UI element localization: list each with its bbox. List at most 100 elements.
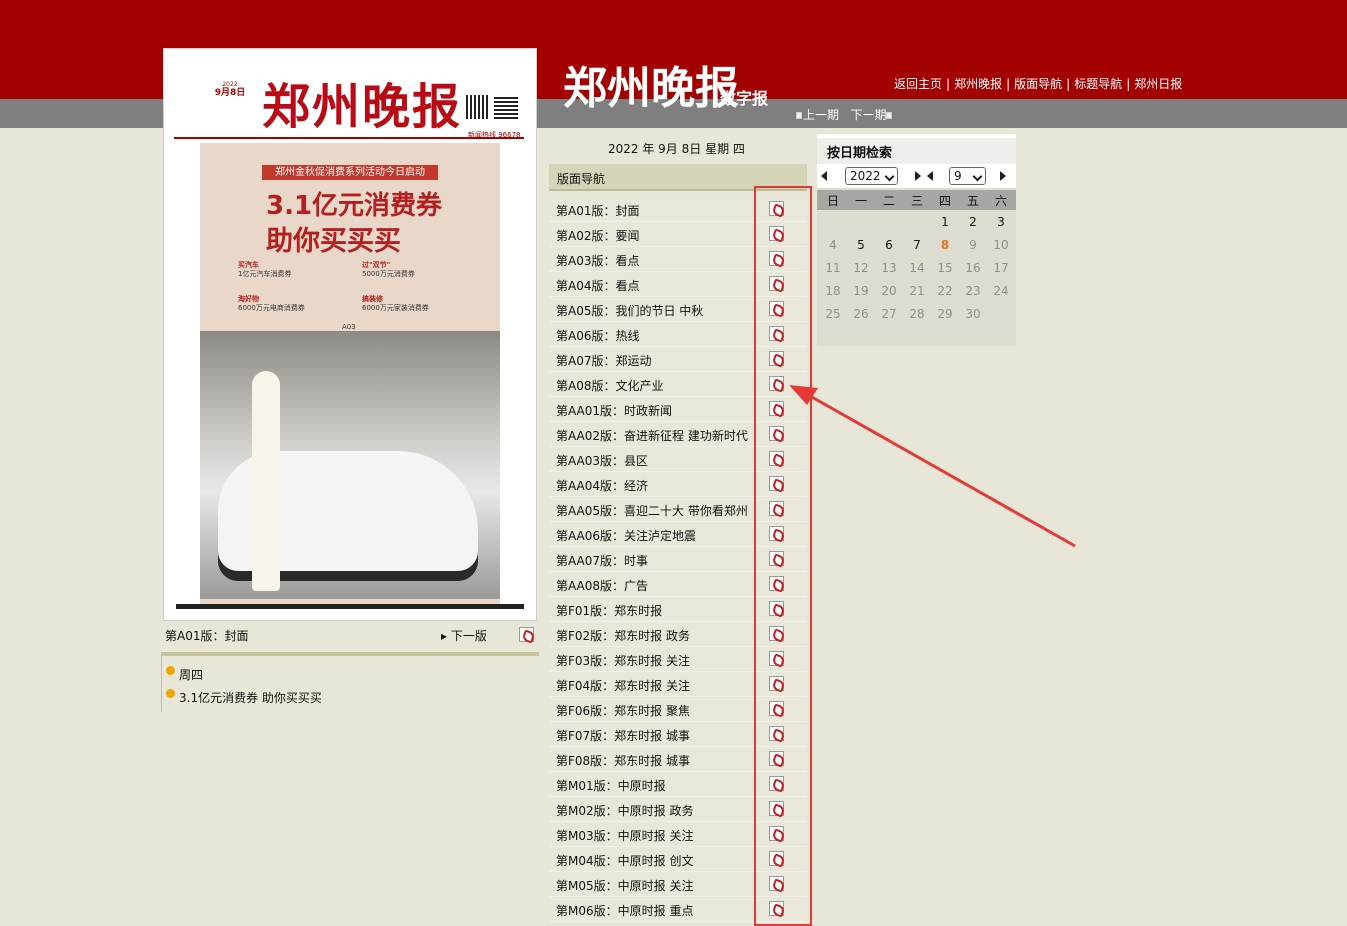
page-nav-link[interactable]: 第M02版：中原时报 政务 <box>556 802 693 819</box>
current-page-bar: 第A01版：封面 ▸ 下一版 <box>163 627 537 645</box>
next-month-icon[interactable] <box>1000 171 1006 181</box>
page-nav-link[interactable]: 第A02版：要闻 <box>556 227 639 244</box>
page-nav-link[interactable]: 第AA03版：县区 <box>556 452 648 469</box>
calendar-day: 21 <box>909 284 925 298</box>
page-nav-link[interactable]: 第F08版：郑东时报 城事 <box>556 752 690 769</box>
weekday-label: 四 <box>938 194 951 208</box>
masthead-hotline: 新闻热线 96678 <box>468 131 521 139</box>
page-nav-link[interactable]: 第A07版：郑运动 <box>556 352 651 369</box>
calendar-day: 23 <box>965 284 981 298</box>
calendar-day: 19 <box>853 284 869 298</box>
year-select[interactable]: 2022 <box>845 167 898 185</box>
page-nav-link[interactable]: 第F01版：郑东时报 <box>556 602 662 619</box>
poster-headline-2: 助你买买买 <box>266 226 401 257</box>
current-page-label: 第A01版：封面 <box>165 629 249 643</box>
link-zzwb[interactable]: 郑州晚报 <box>954 77 1002 91</box>
page-nav-link[interactable]: 第AA07版：时事 <box>556 552 648 569</box>
calendar-day: 9 <box>969 238 977 252</box>
calendar-day[interactable]: 5 <box>847 238 875 252</box>
page-nav-link[interactable]: 第F04版：郑东时报 关注 <box>556 677 690 694</box>
calendar-day: 20 <box>881 284 897 298</box>
next-year-icon[interactable] <box>915 171 921 181</box>
page-nav-link[interactable]: 第M06版：中原时报 重点 <box>556 902 693 919</box>
calendar-week: 11 12 13 14 15 16 17 <box>817 256 1016 279</box>
poster-headline: 3.1亿元消费券 <box>266 191 443 221</box>
masthead-logo: 郑州晚报 <box>262 79 463 135</box>
page-nav-link[interactable]: 第M05版：中原时报 关注 <box>556 877 693 894</box>
page-nav-link[interactable]: 第A05版：我们的节日 中秋 <box>556 302 703 319</box>
calendar-day[interactable]: 8 <box>931 238 959 252</box>
link-zzrb[interactable]: 郑州日报 <box>1134 77 1182 91</box>
link-page-nav[interactable]: 版面导航 <box>1014 77 1062 91</box>
weekday-label: 一 <box>854 194 867 208</box>
page-nav-link[interactable]: 第M04版：中原时报 创文 <box>556 852 693 869</box>
weekday-label: 五 <box>966 194 979 208</box>
qr-code-icon <box>494 95 518 119</box>
prev-year-icon[interactable] <box>821 171 827 181</box>
page-nav-link[interactable]: 第AA05版：喜迎二十大 带你看郑州 <box>556 502 748 519</box>
link-home[interactable]: 返回主页 <box>894 77 942 91</box>
bullet-icon <box>166 666 175 675</box>
next-page-link[interactable]: ▸ 下一版 <box>441 627 487 644</box>
calendar-day: 11 <box>825 261 841 275</box>
calendar-week: 25 26 27 28 29 30 <box>817 302 1016 325</box>
page-nav-link[interactable]: 第A06版：热线 <box>556 327 639 344</box>
site-logo[interactable]: 郑州晚报 <box>563 52 739 116</box>
page-nav-link[interactable]: 第A03版：看点 <box>556 252 639 269</box>
next-issue-icon <box>886 112 893 119</box>
calendar-day[interactable]: 7 <box>903 238 931 252</box>
page-nav-link[interactable]: 第F03版：郑东时报 关注 <box>556 652 690 669</box>
page-nav-link[interactable]: 第A08版：文化产业 <box>556 377 663 394</box>
calendar-day: 30 <box>965 307 981 321</box>
summary-item[interactable]: 周四 <box>166 666 203 683</box>
calendar-day: 13 <box>881 261 897 275</box>
calendar-controls: 2022 9 <box>817 164 1016 188</box>
prev-issue-link[interactable]: 上一期 <box>803 108 839 122</box>
page-nav-link[interactable]: 第AA04版：经济 <box>556 477 648 494</box>
page-nav-link[interactable]: 第F02版：郑东时报 政务 <box>556 627 690 644</box>
poster-banner: 郑州金秋促消费系列活动今日启动 <box>262 165 438 180</box>
weekday-label: 日 <box>826 194 839 208</box>
prev-issue-icon <box>796 112 802 119</box>
calendar-week: 123 <box>817 210 1016 233</box>
weekday-label: 三 <box>910 194 923 208</box>
next-issue-link[interactable]: 下一期 <box>850 108 886 122</box>
date-search-calendar: 按日期检索 2022 9 日一二三四五六 1 2 3 4 5 6 7 8 9 10 11 12 13 14… <box>817 134 1016 346</box>
calendar-day[interactable]: 1 <box>931 215 959 229</box>
prev-month-icon[interactable] <box>927 171 933 181</box>
calendar-weekdays: 日一二三四五六 <box>817 190 1016 210</box>
calendar-week: 4 5 6 7 8 9 10 <box>817 233 1016 256</box>
page-nav-link[interactable]: 第F06版：郑东时报 聚焦 <box>556 702 690 719</box>
page-nav-link[interactable]: 第A04版：看点 <box>556 277 639 294</box>
calendar-day[interactable]: 6 <box>875 238 903 252</box>
calendar-day: 10 <box>993 238 1009 252</box>
calendar-day: 24 <box>993 284 1009 298</box>
poster-blurb: 淘好物 6000万元电商消费券 <box>238 295 305 312</box>
page-nav-link[interactable]: 第M01版：中原时报 <box>556 777 666 794</box>
page-nav-link[interactable]: 第AA02版：奋进新征程 建功新时代 <box>556 427 748 444</box>
issue-nav: 上一期 下一期 <box>796 106 893 123</box>
calendar-title: 按日期检索 <box>817 138 1016 164</box>
month-select[interactable]: 9 <box>949 167 986 185</box>
page-nav-link[interactable]: 第AA08版：广告 <box>556 577 648 594</box>
page-nav-link[interactable]: 第AA01版：时政新闻 <box>556 402 672 419</box>
page-nav-link[interactable]: 第A01版：封面 <box>556 202 639 219</box>
paper-footer-bar <box>176 604 524 609</box>
calendar-day: 22 <box>937 284 953 298</box>
page-nav-link[interactable]: 第M03版：中原时报 关注 <box>556 827 693 844</box>
calendar-day: 26 <box>853 307 869 321</box>
front-page-poster: 郑州金秋促消费系列活动今日启动 3.1亿元消费券 助你买买买 买汽车 1亿元汽车消… <box>200 143 500 605</box>
top-links: 返回主页 | 郑州晚报 | 版面导航 | 标题导航 | 郑州日报 <box>894 77 1183 91</box>
link-title-nav[interactable]: 标题导航 <box>1074 77 1122 91</box>
pdf-icon[interactable] <box>519 627 534 642</box>
weekday-label: 六 <box>994 194 1007 208</box>
page-nav-link[interactable]: 第AA06版：关注泸定地震 <box>556 527 696 544</box>
poster-blurb: 过"双节" 5000万元消费券 <box>362 261 415 278</box>
page-nav-link[interactable]: 第F07版：郑东时报 城事 <box>556 727 690 744</box>
issue-date: 2022 年 9月 8日 星期 四 <box>608 142 745 156</box>
calendar-day[interactable]: 2 <box>959 215 987 229</box>
front-page-image[interactable]: 2022 9月8日 郑州晚报 新闻热线 96678 郑州金秋促消费系列活动今日启动… <box>163 48 537 621</box>
calendar-day[interactable]: 3 <box>987 215 1015 229</box>
masthead: 2022 9月8日 郑州晚报 新闻热线 96678 <box>174 55 524 139</box>
summary-item[interactable]: 3.1亿元消费券 助你买买买 <box>166 689 322 706</box>
